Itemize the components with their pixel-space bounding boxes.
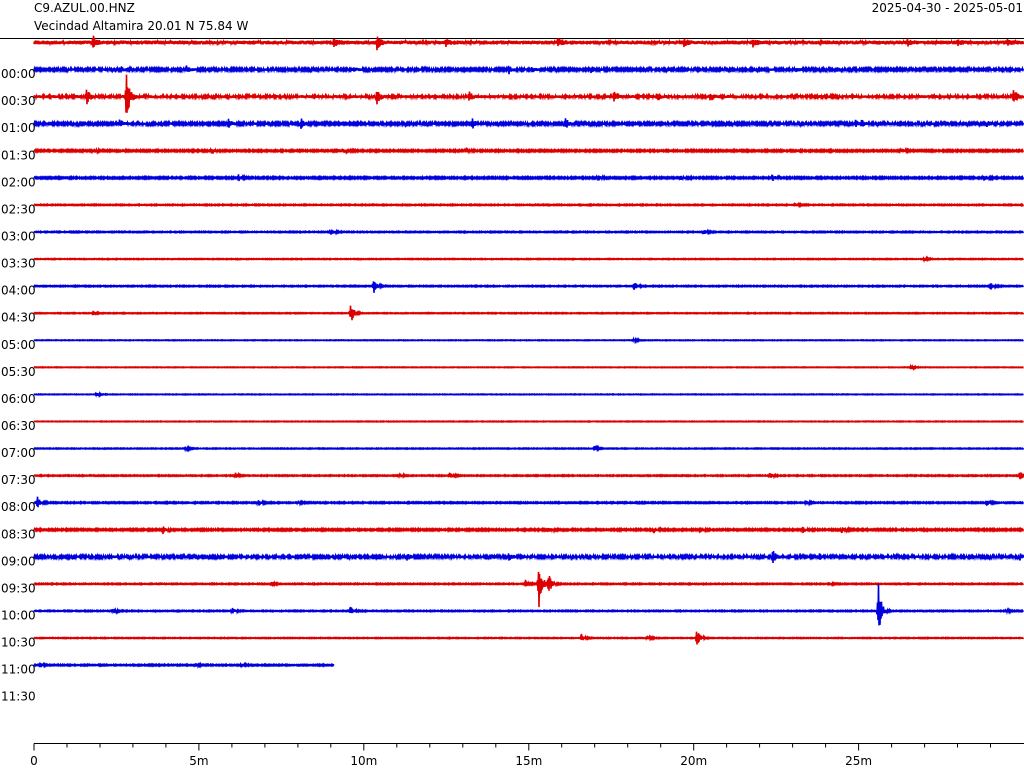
trace-line-3 — [33, 74, 1024, 113]
trace-line-11 — [33, 305, 1024, 321]
time-label: 10:00 — [1, 609, 36, 623]
time-label: 04:00 — [1, 284, 36, 298]
time-label: 02:00 — [1, 175, 36, 189]
time-label: 11:00 — [1, 663, 36, 677]
trace-line-16 — [33, 444, 1024, 453]
x-tick-label: 5m — [189, 754, 208, 768]
trace-line-23 — [33, 631, 1024, 645]
trace-line-15 — [33, 419, 1024, 424]
trace-line-2 — [33, 65, 1024, 75]
x-tick-label: 0 — [30, 754, 38, 768]
trace-line-13 — [33, 363, 1024, 372]
trace-line-6 — [33, 173, 1024, 182]
trace-line-7 — [33, 201, 1024, 209]
trace-line-18 — [33, 496, 1024, 508]
trace-line-1 — [33, 35, 1024, 51]
trace-line-21 — [33, 571, 1024, 608]
trace-line-9 — [33, 255, 1024, 264]
time-label: 06:00 — [1, 392, 36, 406]
trace-line-10 — [33, 281, 1024, 293]
helicorder-plot: 00:00 00:30 01:00 01:30 02:00 02:30 03:00 03:30… — [0, 35, 1024, 768]
x-tick-label: 20m — [680, 754, 707, 768]
time-label: 10:30 — [1, 636, 36, 650]
trace-line-5 — [33, 146, 1024, 155]
time-label: 09:00 — [1, 554, 36, 568]
trace-line-24 — [33, 661, 335, 669]
time-labels: 00:00 00:30 01:00 01:30 02:00 02:30 03:00 03:30… — [1, 67, 36, 704]
trace-line-8 — [33, 228, 1024, 236]
trace-line-20 — [33, 550, 1024, 564]
x-tick-label: 15m — [515, 754, 542, 768]
time-label: 08:30 — [1, 527, 36, 541]
x-tick-label: 25m — [845, 754, 872, 768]
traces-layer — [33, 35, 1024, 669]
time-label: 02:30 — [1, 202, 36, 216]
time-label: 01:00 — [1, 121, 36, 135]
time-label: 00:30 — [1, 94, 36, 108]
time-label: 04:30 — [1, 311, 36, 325]
time-label: 09:30 — [1, 581, 36, 595]
time-label: 08:00 — [1, 500, 36, 514]
time-label: 06:30 — [1, 419, 36, 433]
time-label: 03:30 — [1, 257, 36, 271]
trace-line-12 — [33, 336, 1024, 345]
trace-line-4 — [33, 118, 1024, 129]
trace-line-17 — [33, 471, 1024, 480]
trace-line-19 — [33, 525, 1024, 535]
time-label: 03:00 — [1, 230, 36, 244]
trace-line-22 — [33, 584, 1024, 626]
time-label: 07:30 — [1, 473, 36, 487]
time-label: 05:30 — [1, 365, 36, 379]
x-tick-label: 10m — [350, 754, 377, 768]
trace-line-14 — [33, 390, 1024, 399]
x-axis: 0 5m 10m 15m 20m 25m — [30, 743, 1024, 768]
time-label: 01:30 — [1, 148, 36, 162]
time-label: 07:00 — [1, 446, 36, 460]
time-label: 00:00 — [1, 67, 36, 81]
time-label: 05:00 — [1, 338, 36, 352]
time-label: 11:30 — [1, 690, 36, 704]
